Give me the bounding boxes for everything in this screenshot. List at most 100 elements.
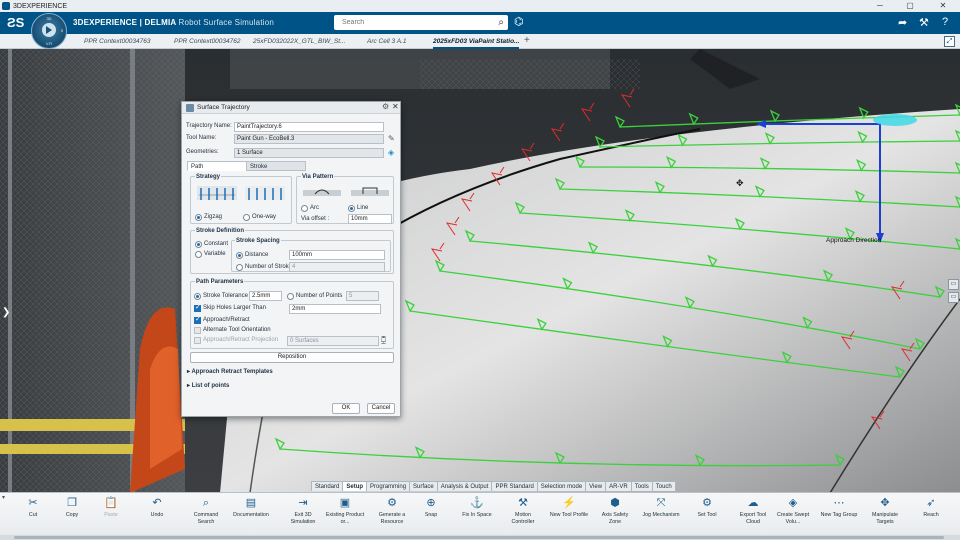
trajectory-name-field[interactable]: PaintTrajectory.6 — [234, 122, 384, 132]
tool-name-field[interactable]: Paint Gun - EcoBell.3 — [234, 134, 384, 144]
section-tab-surface[interactable]: Surface — [409, 481, 438, 491]
oneway-pattern-icon[interactable] — [245, 186, 285, 200]
dialog-close-button[interactable]: ✕ — [392, 102, 399, 111]
search-box[interactable]: ⌕ — [334, 15, 508, 30]
search-icon[interactable]: ⌕ — [498, 17, 504, 28]
section-tab-tools[interactable]: Tools — [630, 481, 653, 491]
tab-viapaint-station[interactable]: 2025xFD03 ViaPaint Statio... — [433, 34, 520, 49]
scroll-thumb[interactable] — [14, 536, 944, 539]
manipulate-targets-button[interactable]: ✥ Manipulate Targets — [865, 496, 905, 538]
skip-holes-input[interactable]: 2mm — [289, 304, 381, 314]
approach-retract-checkbox[interactable] — [194, 315, 201, 324]
bar-collapse-arrow[interactable]: ▾ — [2, 494, 5, 501]
paste-button[interactable]: 📋 Paste — [91, 496, 131, 538]
undo-button[interactable]: ↶ Undo — [137, 496, 177, 538]
cancel-button[interactable]: Cancel — [367, 403, 395, 414]
tab-arc-cell[interactable]: Arc Cell 3 A.1 — [367, 34, 407, 49]
section-tab-selection-mode[interactable]: Selection mode — [536, 481, 587, 491]
create-swept-volu-button[interactable]: ◈ Create Swept Volu... — [773, 496, 813, 538]
section-tab-touch[interactable]: Touch — [651, 481, 676, 491]
section-tab-ar-vr[interactable]: AR-VR — [605, 481, 632, 491]
set-tool-button[interactable]: ⚙ Set Tool — [687, 496, 727, 538]
help-icon[interactable]: ? — [942, 16, 948, 28]
variable-radio[interactable] — [195, 251, 202, 258]
tab-ppr-context-34763[interactable]: PPR Context00034763 — [84, 34, 151, 49]
jog-mechanism-button[interactable]: ⤧ Jog Mechanism — [641, 496, 681, 538]
3d-viewport[interactable]: ✥ ❯ Approach Direction ▭ ▭ — [0, 49, 960, 493]
stroke-tolerance-radio[interactable] — [194, 293, 201, 300]
new-tool-profile-button[interactable]: ⚡ New Tool Profile — [549, 496, 589, 538]
panel-toggle-arrow[interactable]: ❯ — [2, 307, 10, 318]
tab-path[interactable]: Path — [187, 161, 247, 171]
side-tool-2[interactable]: ▭ — [948, 292, 959, 303]
section-tab-setup[interactable]: Setup — [342, 481, 368, 491]
ds-logo[interactable]: ƧS — [7, 15, 24, 30]
snap-button[interactable]: ⊕ Snap — [411, 496, 451, 538]
ar-projection-select-icon[interactable]: ⧮ — [381, 335, 386, 345]
expand-icon[interactable]: ⤢ — [944, 36, 955, 47]
arc-radio[interactable] — [301, 205, 308, 212]
reposition-button[interactable]: Reposition — [190, 352, 394, 363]
tag-icon[interactable]: ⌬ — [514, 15, 524, 28]
copy-button[interactable]: ❐ Copy — [52, 496, 92, 538]
arc-pattern-icon[interactable] — [303, 186, 341, 200]
line-radio[interactable] — [348, 205, 355, 212]
documentation-button[interactable]: ▤ Documentation — [231, 496, 271, 538]
ar-projection-checkbox[interactable] — [194, 337, 201, 344]
zigzag-pattern-icon[interactable] — [197, 186, 237, 200]
motion-controller-button[interactable]: ⚒ Motion Controller — [503, 496, 543, 538]
export-tool-cloud-button[interactable]: ☁ Export Tool Cloud — [733, 496, 773, 538]
minimize-button[interactable]: ─ — [865, 0, 895, 12]
section-tab-view[interactable]: View — [585, 481, 607, 491]
num-strokes-radio[interactable] — [236, 264, 243, 271]
list-points-expander[interactable]: ▸ List of points — [187, 382, 229, 389]
tab-ppr-context-34762[interactable]: PPR Context00034762 — [174, 34, 241, 49]
tab-biw-station[interactable]: 25xFD032022X_GTL_BIW_St... — [253, 34, 346, 49]
new-tag-group-button[interactable]: ⋯ New Tag Group — [819, 496, 859, 538]
pencil-icon[interactable]: ✎ — [388, 134, 395, 143]
constant-radio[interactable] — [195, 241, 202, 248]
ar-projection-field[interactable]: 0 Surfaces — [287, 336, 379, 346]
line-pattern-icon[interactable] — [351, 186, 389, 200]
num-points-radio[interactable] — [287, 293, 294, 300]
search-input[interactable] — [334, 15, 484, 30]
geometries-field[interactable]: 1 Surface — [234, 148, 384, 158]
section-tab-standard[interactable]: Standard — [311, 481, 344, 491]
share-icon[interactable]: ➦ — [898, 16, 907, 29]
tab-stroke[interactable]: Stroke — [246, 161, 306, 171]
existing-product-or-button[interactable]: ▣ Existing Product or... — [325, 496, 365, 538]
compass-widget[interactable]: 3D 5 V.R — [31, 13, 67, 49]
approach-templates-expander[interactable]: ▸ Approach Retract Templates — [187, 368, 273, 375]
side-tool-1[interactable]: ▭ — [948, 279, 959, 290]
section-tab-analysis-output[interactable]: Analysis & Output — [436, 481, 493, 491]
horizontal-scrollbar[interactable] — [0, 535, 960, 540]
exit-3d-simulation-button[interactable]: ⇥ Exit 3D Simulation — [283, 496, 323, 538]
reach-button[interactable]: ➶ Reach — [911, 496, 951, 538]
add-tab-button[interactable]: + — [524, 34, 530, 48]
select-geometry-icon[interactable]: ◈ — [388, 148, 394, 157]
num-strokes-input[interactable]: 4 — [289, 262, 385, 272]
command-search-button[interactable]: ⌕ Command Search — [186, 496, 226, 538]
oneway-radio[interactable] — [243, 214, 250, 221]
distance-input[interactable]: 100mm — [289, 250, 385, 260]
skip-holes-checkbox[interactable] — [194, 303, 201, 312]
generate-a-resource-button[interactable]: ⚙ Generate a Resource — [372, 496, 412, 538]
via-offset-input[interactable]: 10mm — [348, 214, 392, 224]
num-points-input[interactable]: 5 — [346, 291, 379, 301]
alternate-orientation-checkbox[interactable] — [194, 327, 201, 334]
axis-safety-zone-button[interactable]: ⬢ Axis Safety Zone — [595, 496, 635, 538]
fix-in-space-button[interactable]: ⚓ Fix In Space — [457, 496, 497, 538]
scene-render[interactable]: ✥ — [0, 49, 960, 493]
zigzag-radio[interactable] — [195, 214, 202, 221]
close-window-button[interactable]: ✕ — [928, 0, 958, 12]
section-tab-ppr-standard[interactable]: PPR Standard — [491, 481, 538, 491]
section-tab-programming[interactable]: Programming — [366, 481, 411, 491]
dialog-titlebar[interactable]: Surface Trajectory ⚙ ✕ — [182, 102, 400, 114]
stroke-tolerance-input[interactable]: 2.5mm — [249, 291, 282, 301]
ok-button[interactable]: OK — [332, 403, 360, 414]
tools-icon[interactable]: ⚒ — [919, 16, 929, 29]
maximize-button[interactable]: ▢ — [895, 0, 925, 12]
dialog-settings-icon[interactable]: ⚙ — [382, 102, 389, 111]
distance-radio[interactable] — [236, 252, 243, 259]
cut-button[interactable]: ✂ Cut — [13, 496, 53, 538]
